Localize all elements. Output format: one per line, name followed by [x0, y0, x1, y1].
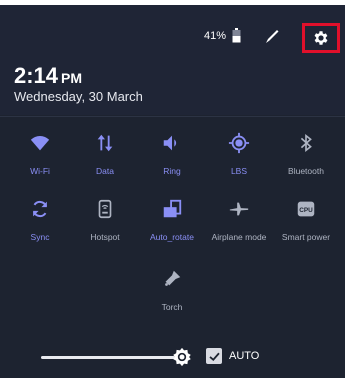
data-arrows-icon: [97, 134, 113, 152]
hotspot-icon: [98, 199, 112, 219]
status-row: 41%: [0, 23, 345, 53]
tile-torch[interactable]: Torch: [141, 264, 203, 320]
tile-lbs[interactable]: LBS: [208, 128, 270, 184]
torch-icon: [165, 270, 181, 286]
gear-icon: [314, 31, 328, 45]
tile-label: Auto_rotate: [150, 232, 194, 242]
tile-smart-power[interactable]: CPU Smart power: [275, 194, 337, 250]
bottom-bezel: [0, 378, 345, 389]
tile-label: LBS: [230, 166, 248, 176]
tile-label: Smart power: [281, 232, 331, 242]
tile-label: Airplane mode: [211, 232, 267, 242]
tile-auto-rotate[interactable]: Auto_rotate: [141, 194, 203, 250]
brightness-sun-icon[interactable]: [172, 347, 192, 367]
battery-icon: [232, 28, 241, 43]
date-text[interactable]: Wednesday, 30 March: [14, 89, 143, 104]
brightness-slider-track[interactable]: [41, 356, 175, 359]
notification-header: 41% 2:14 PM Wednesday, 30 March: [0, 5, 345, 115]
cpu-icon-text: CPU: [299, 207, 313, 214]
tile-airplane-mode[interactable]: Airplane mode: [208, 194, 270, 250]
auto-brightness-checkbox[interactable]: [206, 348, 222, 364]
settings-button[interactable]: [302, 23, 340, 53]
volume-icon: [163, 135, 177, 151]
location-target-icon: [228, 132, 250, 154]
tile-label: Bluetooth: [288, 166, 324, 176]
tile-bluetooth[interactable]: Bluetooth: [275, 128, 337, 184]
tile-label: Data: [96, 166, 114, 176]
tile-hotspot[interactable]: Hotspot: [74, 194, 136, 250]
divider: [0, 116, 345, 117]
tile-label: Hotspot: [90, 232, 120, 242]
checkmark-icon: [208, 352, 220, 361]
tile-wifi[interactable]: Wi-Fi: [9, 128, 71, 184]
tile-ring[interactable]: Ring: [141, 128, 203, 184]
tile-sync[interactable]: Sync: [9, 194, 71, 250]
clock-ampm: PM: [61, 70, 83, 86]
auto-rotate-icon: [163, 199, 182, 218]
tile-label: Wi-Fi: [30, 166, 50, 176]
clock[interactable]: 2:14 PM: [14, 63, 82, 89]
clock-time: 2:14: [14, 63, 59, 88]
pencil-icon[interactable]: [262, 26, 282, 46]
battery-percentage: 41%: [204, 30, 227, 42]
airplane-icon: [229, 202, 249, 216]
quick-settings-panel: 41% 2:14 PM Wednesday, 30 March Wi-Fi Da…: [0, 0, 345, 389]
tile-label: Torch: [161, 302, 183, 312]
bluetooth-icon: [300, 133, 312, 153]
sync-icon: [33, 200, 47, 218]
brightness-control: AUTO: [0, 342, 345, 372]
auto-brightness-label: AUTO: [229, 350, 260, 362]
tile-data[interactable]: Data: [74, 128, 136, 184]
cpu-icon: CPU: [297, 201, 315, 217]
wifi-icon: [30, 135, 50, 151]
tile-label: Sync: [30, 232, 50, 242]
tile-label: Ring: [163, 166, 181, 176]
